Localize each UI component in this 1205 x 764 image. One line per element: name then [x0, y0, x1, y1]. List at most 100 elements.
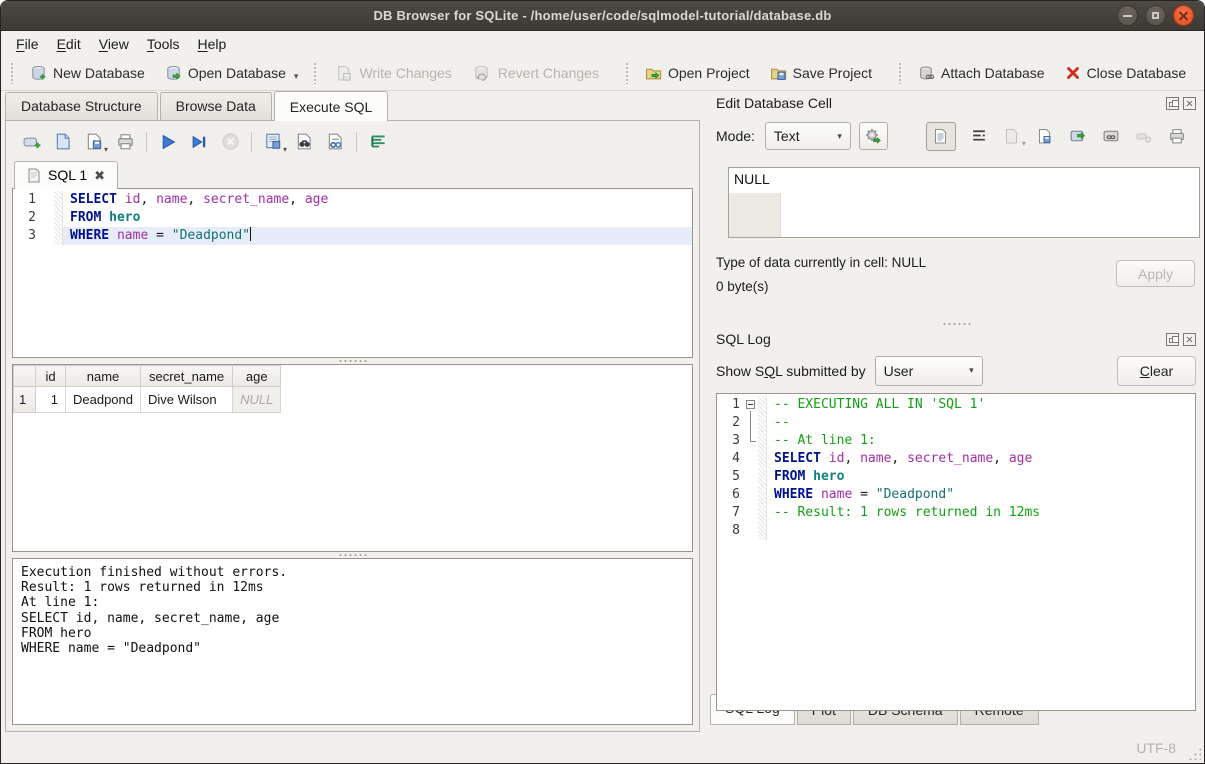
- chevron-down-icon[interactable]: ▾: [283, 145, 287, 154]
- save-project-button[interactable]: Save Project: [762, 61, 880, 86]
- code-line: 1SELECT id, name, secret_name, age: [13, 191, 692, 209]
- toolbar-handle[interactable]: [898, 62, 903, 84]
- word-wrap-button[interactable]: [969, 126, 989, 146]
- auto-switch-mode-button[interactable]: [859, 122, 888, 150]
- sql-editor[interactable]: 1SELECT id, name, secret_name, age2FROM …: [12, 188, 693, 358]
- resize-grip[interactable]: [1188, 747, 1201, 760]
- fold-marker-icon[interactable]: [745, 396, 758, 414]
- menu-help[interactable]: Help: [189, 33, 236, 55]
- maximize-button[interactable]: [1145, 5, 1166, 26]
- toolbar-handle[interactable]: [625, 62, 630, 84]
- open-database-button[interactable]: Open Database ▾: [157, 61, 307, 86]
- toolbar-separator: [356, 132, 357, 152]
- row-number[interactable]: 1: [14, 387, 36, 413]
- log-source-select[interactable]: User ▾: [875, 356, 983, 386]
- sql-log-editor[interactable]: 1-- EXECUTING ALL IN 'SQL 1'2--3-- At li…: [716, 393, 1196, 711]
- text-cursor: [250, 227, 251, 241]
- open-project-button[interactable]: Open Project: [637, 61, 758, 86]
- column-header-name[interactable]: name: [66, 366, 141, 387]
- editor-margin: [758, 522, 767, 540]
- minimize-button[interactable]: [1117, 5, 1138, 26]
- toolbar-handle[interactable]: [10, 62, 15, 84]
- cell-name[interactable]: Deadpond: [66, 387, 141, 413]
- close-window-button[interactable]: [1173, 5, 1194, 26]
- column-header-id[interactable]: id: [36, 366, 66, 387]
- editor-margin: [758, 468, 767, 486]
- revert-changes-icon: [472, 63, 492, 83]
- close-dock-button[interactable]: [1183, 333, 1196, 346]
- code-line: 5FROM hero: [717, 468, 1195, 486]
- cell-id[interactable]: 1: [36, 387, 66, 413]
- results-header-row: id name secret_name age: [14, 366, 281, 387]
- code-line: 7-- Result: 1 rows returned in 12ms: [717, 504, 1195, 522]
- code-line: 4SELECT id, name, secret_name, age: [717, 450, 1195, 468]
- code-text: FROM hero: [63, 209, 692, 227]
- menu-file[interactable]: File: [7, 33, 48, 55]
- save-results-button[interactable]: ▾: [263, 132, 283, 152]
- text-mode-button[interactable]: [926, 122, 956, 151]
- close-database-icon: [1065, 65, 1081, 81]
- close-dock-button[interactable]: [1183, 97, 1196, 110]
- encoding-indicator[interactable]: UTF-8: [1136, 740, 1176, 756]
- find-button[interactable]: [294, 132, 314, 152]
- revert-changes-button[interactable]: Revert Changes: [464, 59, 607, 87]
- format-sql-button[interactable]: [368, 132, 388, 152]
- chevron-down-icon[interactable]: ▾: [294, 71, 299, 82]
- export-cell-button[interactable]: [1035, 126, 1055, 146]
- write-changes-button[interactable]: Write Changes: [325, 59, 459, 87]
- sql-document-tab[interactable]: SQL 1 ✖: [14, 161, 118, 189]
- new-database-button[interactable]: New Database: [22, 61, 153, 86]
- left-pane: Database Structure Browse Data Execute S…: [1, 91, 704, 736]
- open-database-label: Open Database: [188, 65, 286, 81]
- import-cell-button[interactable]: ▾: [1002, 126, 1022, 146]
- main-content: Database Structure Browse Data Execute S…: [1, 91, 1204, 736]
- mode-select[interactable]: Text ▾: [765, 122, 851, 150]
- sql-tab-bar: SQL 1 ✖: [12, 158, 693, 188]
- gear-arrow-icon: [864, 127, 882, 145]
- cell-age[interactable]: NULL: [233, 387, 281, 413]
- close-sql-tab-icon[interactable]: ✖: [94, 169, 105, 182]
- results-grid[interactable]: id name secret_name age 1 1 Deadpond Div…: [12, 364, 693, 552]
- open-in-external-button[interactable]: [1101, 126, 1121, 146]
- toolbar-handle[interactable]: [313, 62, 318, 84]
- execute-line-button[interactable]: [189, 132, 209, 152]
- open-sql-file-button[interactable]: [53, 132, 73, 152]
- code-line: 8: [717, 522, 1195, 540]
- column-header-age[interactable]: age: [233, 366, 281, 387]
- new-database-label: New Database: [53, 65, 145, 81]
- set-as-null-button[interactable]: [1068, 126, 1088, 146]
- titlebar[interactable]: DB Browser for SQLite - /home/user/code/…: [1, 1, 1204, 31]
- chevron-down-icon: ▾: [1022, 139, 1026, 148]
- tab-browse-data[interactable]: Browse Data: [160, 92, 272, 120]
- new-sql-tab-button[interactable]: [22, 132, 42, 152]
- print-cell-button[interactable]: [1167, 126, 1187, 146]
- attach-database-button[interactable]: Attach Database: [910, 61, 1053, 86]
- save-sql-file-button[interactable]: ▾: [84, 132, 104, 152]
- apply-button[interactable]: Apply: [1116, 260, 1195, 287]
- revert-changes-label: Revert Changes: [498, 65, 599, 81]
- execution-message-box: Execution finished without errors. Resul…: [12, 558, 693, 725]
- open-project-label: Open Project: [668, 65, 750, 81]
- fold-margin: [745, 468, 758, 486]
- menu-tools[interactable]: Tools: [138, 33, 189, 55]
- print-sql-button[interactable]: [115, 132, 135, 152]
- tab-execute-sql[interactable]: Execute SQL: [274, 91, 389, 121]
- remove-button[interactable]: [1134, 126, 1154, 146]
- edit-cell-dock-header: Edit Database Cell: [710, 91, 1204, 113]
- execute-all-button[interactable]: [158, 132, 178, 152]
- replace-button[interactable]: [325, 132, 345, 152]
- menu-edit[interactable]: Edit: [48, 33, 90, 55]
- clear-log-button[interactable]: Clear: [1117, 356, 1196, 386]
- tab-database-structure[interactable]: Database Structure: [5, 92, 158, 120]
- cell-value-editor[interactable]: NULL: [728, 167, 1200, 238]
- float-dock-button[interactable]: [1166, 333, 1179, 346]
- stop-execution-button[interactable]: [220, 132, 240, 152]
- menu-view[interactable]: View: [90, 33, 138, 55]
- float-icon: [1169, 102, 1174, 107]
- cell-secret-name[interactable]: Dive Wilson: [141, 387, 233, 413]
- chevron-down-icon[interactable]: ▾: [104, 145, 108, 154]
- close-database-button[interactable]: Close Database: [1057, 61, 1195, 85]
- float-dock-button[interactable]: [1166, 97, 1179, 110]
- chevron-down-icon: ▾: [829, 131, 842, 142]
- column-header-secret-name[interactable]: secret_name: [141, 366, 233, 387]
